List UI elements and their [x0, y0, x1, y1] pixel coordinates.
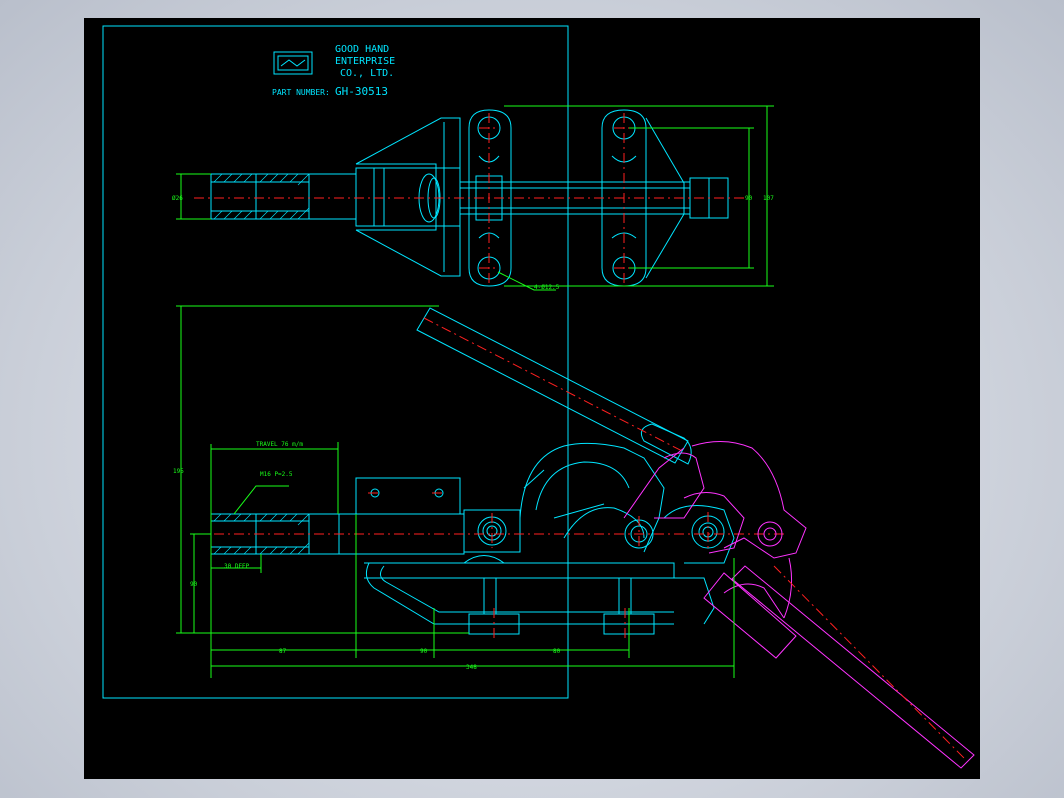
dim-base-height: 90 [190, 581, 198, 588]
dim-total-len: 348 [466, 664, 477, 671]
cad-viewport[interactable]: GOOD HAND ENTERPRISE CO., LTD. PART NUMB… [84, 18, 980, 779]
company-line-3: CO., LTD. [340, 68, 394, 79]
dim-thread: M16 P=2.5 [260, 471, 293, 478]
dim-len-a: 87 [279, 648, 287, 655]
dim-height-outer: 107 [763, 195, 774, 202]
dim-height-inner: 90 [745, 195, 753, 202]
part-number-label: PART NUMBER: [272, 88, 330, 97]
company-line-1: GOOD HAND [335, 44, 389, 55]
part-number-value: GH-30513 [335, 85, 388, 98]
drawing-canvas: GOOD HAND ENTERPRISE CO., LTD. PART NUMB… [102, 25, 975, 769]
top-view [194, 109, 744, 287]
dim-len-b: 90 [420, 648, 428, 655]
dim-travel: TRAVEL 76 m/m [256, 441, 303, 448]
side-view-dimensions [176, 305, 735, 678]
dim-deep: 30 DEEP [224, 563, 250, 570]
dim-total-height: 195 [173, 468, 184, 475]
dim-hole-callout: 4-Ø12.5 [534, 284, 560, 291]
company-logo [273, 51, 313, 75]
dim-len-c: 80 [553, 648, 561, 655]
company-line-2: ENTERPRISE [335, 56, 395, 67]
dim-dia-top: Ø26 [172, 195, 183, 202]
drawing-border [102, 25, 569, 699]
alternate-position [623, 441, 975, 769]
